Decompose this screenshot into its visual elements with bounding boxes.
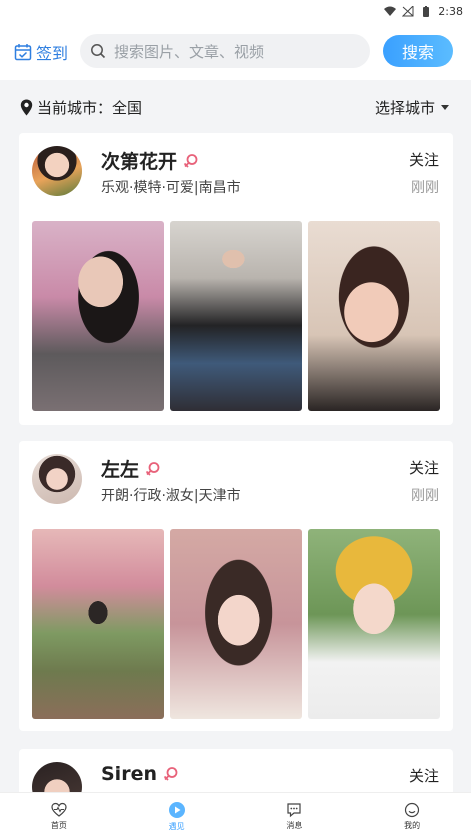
tab-messages[interactable]: 消息: [236, 793, 354, 839]
tab-meet[interactable]: 遇见: [118, 793, 236, 839]
smiley-icon: [405, 802, 420, 817]
post-photo[interactable]: [170, 221, 302, 411]
post-photo[interactable]: [32, 529, 164, 719]
current-city: 当前城市：全国: [20, 97, 142, 118]
user-name[interactable]: 次第花开: [101, 147, 199, 174]
tab-home-label: 首页: [50, 820, 67, 830]
checkin-label: 签到: [36, 44, 69, 63]
search-input[interactable]: 搜索图片、文章、视频: [80, 34, 370, 68]
meet-icon: [168, 801, 185, 818]
wifi-icon: [384, 6, 397, 16]
post-photo[interactable]: [308, 221, 440, 411]
city-row: 当前城市：全国 选择城市: [0, 90, 471, 124]
post-time: 刚刚: [411, 180, 439, 196]
user-name-label: Siren: [101, 763, 157, 785]
user-name-label: 左左: [101, 459, 140, 481]
heart-pulse-icon: [51, 802, 67, 817]
user-tags: 乐观·模特·可爱|南昌市: [101, 180, 241, 196]
battery-icon: [423, 5, 430, 17]
select-city-label: 选择城市: [374, 98, 435, 117]
search-placeholder: 搜索图片、文章、视频: [114, 42, 265, 61]
tab-messages-label: 消息: [286, 820, 303, 830]
post-photo[interactable]: [308, 529, 440, 719]
user-name[interactable]: 左左: [101, 455, 161, 482]
search-button[interactable]: 搜索: [383, 35, 453, 67]
post-photo[interactable]: [170, 529, 302, 719]
tab-meet-label: 遇见: [168, 821, 185, 831]
tab-profile[interactable]: 我的: [353, 793, 471, 839]
location-pin-icon: [20, 99, 33, 115]
bottom-tab-bar: 首页 遇见 消息 我的: [0, 792, 471, 839]
calendar-check-icon: [14, 44, 32, 61]
post-time: 刚刚: [411, 488, 439, 504]
female-icon: [145, 461, 160, 476]
follow-button[interactable]: 关注: [409, 149, 439, 170]
female-icon: [163, 767, 178, 781]
status-time: 2:38: [438, 4, 463, 18]
top-bar: 签到 搜索图片、文章、视频 搜索: [0, 22, 471, 80]
select-city-button[interactable]: 选择城市: [375, 97, 449, 118]
photo-grid: [32, 529, 440, 719]
photo-grid: [32, 221, 440, 411]
tab-profile-label: 我的: [404, 820, 421, 830]
post-card[interactable]: 次第花开 乐观·模特·可爱|南昌市 关注 刚刚: [19, 133, 453, 425]
chat-bubble-icon: [287, 802, 301, 817]
tab-home[interactable]: 首页: [0, 793, 118, 839]
current-city-label: 当前城市：全国: [37, 98, 143, 117]
follow-button[interactable]: 关注: [409, 765, 439, 786]
caret-down-icon: [441, 104, 449, 110]
post-card[interactable]: 左左 开朗·行政·淑女|天津市 关注 刚刚: [19, 441, 453, 731]
search-icon: [91, 44, 106, 59]
user-name[interactable]: Siren: [101, 763, 179, 785]
signal-icon: [402, 5, 414, 16]
avatar[interactable]: [32, 454, 82, 504]
avatar[interactable]: [32, 146, 82, 196]
female-icon: [183, 153, 198, 168]
user-name-label: 次第花开: [101, 151, 178, 173]
status-bar: 2:38: [0, 0, 471, 22]
checkin-button[interactable]: 签到: [14, 40, 68, 64]
user-tags: 开朗·行政·淑女|天津市: [101, 488, 241, 504]
follow-button[interactable]: 关注: [409, 457, 439, 478]
post-photo[interactable]: [32, 221, 164, 411]
